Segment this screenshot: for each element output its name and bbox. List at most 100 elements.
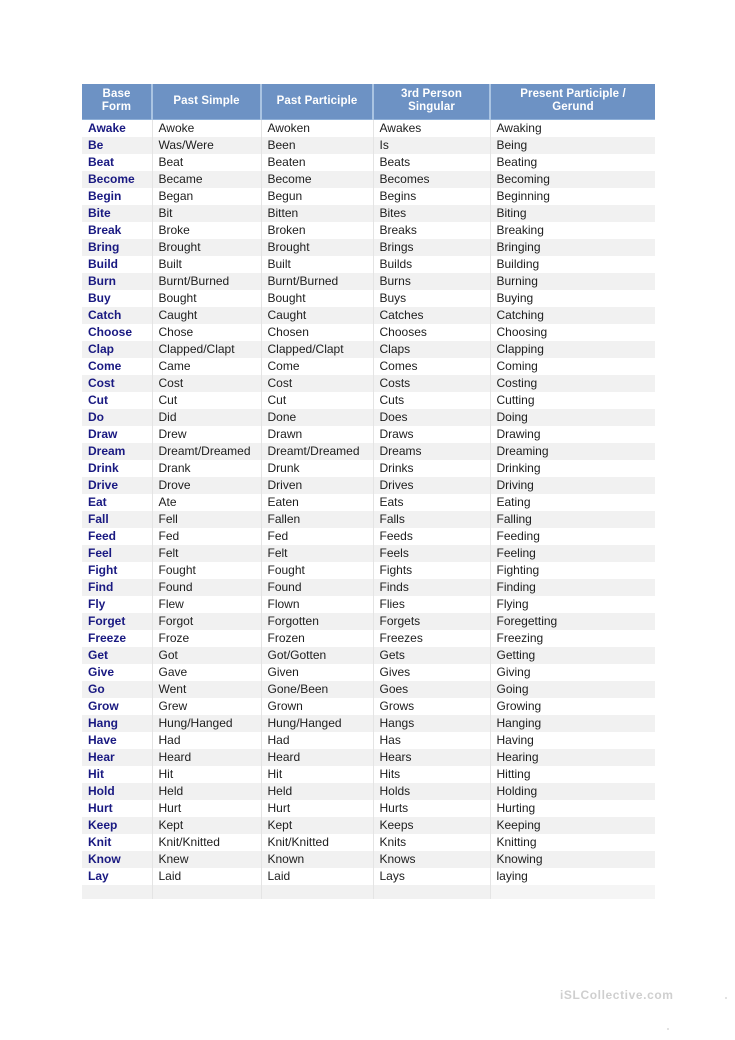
cell-present-participle: Dreaming <box>490 443 655 461</box>
page-mark-dot <box>667 1028 669 1030</box>
cell-base-form: Knit <box>82 834 153 852</box>
cell-base-form: Buy <box>82 290 153 308</box>
cell-past-simple: Bit <box>152 205 262 223</box>
cell-past-participle: Bought <box>261 290 374 308</box>
cell-base-form: Feed <box>82 528 153 546</box>
cell-past-participle: Begun <box>261 188 374 206</box>
cell-past-participle: Drunk <box>261 460 374 478</box>
column-header-past-simple: Past Simple <box>152 84 262 121</box>
table-row: Bite Bit Bitten Bites Biting <box>82 205 655 223</box>
cell-present-participle: laying <box>490 868 655 886</box>
cell-base-form: Hit <box>82 766 153 784</box>
table-row: Fight Fought Fought Fights Fighting <box>82 562 655 580</box>
irregular-verbs-table: Base Form Past Simple Past Participle 3r… <box>82 84 655 900</box>
cell-past-simple: Chose <box>152 324 262 342</box>
cell-past-simple: Froze <box>152 630 262 648</box>
cell-past-participle: Knit/Knitted <box>261 834 374 852</box>
table-row: Choose Chose Chosen Chooses Choosing <box>82 324 655 342</box>
cell-base-form: Lay <box>82 868 153 886</box>
column-header-base-form: Base Form <box>82 84 153 121</box>
cell-third-person-singular: Is <box>373 137 491 155</box>
cell-third-person-singular: Grows <box>373 698 491 716</box>
cell-base-form: Begin <box>82 188 153 206</box>
table-row: Cut Cut Cut Cuts Cutting <box>82 392 655 410</box>
column-header-line: Past Participle <box>276 94 358 107</box>
cell-present-participle: Flying <box>490 596 655 614</box>
cell-third-person-singular: Awakes <box>373 119 491 138</box>
cell-past-simple: Ate <box>152 494 262 512</box>
cell-third-person-singular: Does <box>373 409 491 427</box>
cell-base-form: Fight <box>82 562 153 580</box>
table-row: Get Got Got/Gotten Gets Getting <box>82 647 655 665</box>
cell-base-form: Become <box>82 171 153 189</box>
cell-base-form: Forget <box>82 613 153 631</box>
cell-past-participle: Beaten <box>261 154 374 172</box>
column-header-line: Past Simple <box>173 94 240 107</box>
cell-present-participle: Driving <box>490 477 655 495</box>
cell-third-person-singular: Builds <box>373 256 491 274</box>
table-row: Hang Hung/Hanged Hung/Hanged Hangs Hanging <box>82 715 655 733</box>
cell-past-participle: Hit <box>261 766 374 784</box>
cell-third-person-singular: Chooses <box>373 324 491 342</box>
cell-third-person-singular: Knits <box>373 834 491 852</box>
cell-present-participle: Finding <box>490 579 655 597</box>
cell-base-form: Hang <box>82 715 153 733</box>
cell-present-participle: Bringing <box>490 239 655 257</box>
table-row: Fly Flew Flown Flies Flying <box>82 596 655 614</box>
cell-past-simple: Felt <box>152 545 262 563</box>
cell-third-person-singular: Feels <box>373 545 491 563</box>
cell-past-simple: Brought <box>152 239 262 257</box>
cell-present-participle: Clapping <box>490 341 655 359</box>
cell-third-person-singular: Draws <box>373 426 491 444</box>
cell-past-simple: Held <box>152 783 262 801</box>
table-row: Burn Burnt/Burned Burnt/Burned Burns Burning <box>82 273 655 291</box>
cell-third-person-singular: Catches <box>373 307 491 325</box>
cell-third-person-singular: Falls <box>373 511 491 529</box>
cell-past-simple: Went <box>152 681 262 699</box>
cell-past-participle: Eaten <box>261 494 374 512</box>
cell-base-form: Catch <box>82 307 153 325</box>
cell-third-person-singular: Holds <box>373 783 491 801</box>
table-row: Lay Laid Laid Lays laying <box>82 868 655 886</box>
cell-past-simple: Grew <box>152 698 262 716</box>
cell-present-participle: Awaking <box>490 119 655 138</box>
cell-present-participle <box>490 885 655 900</box>
cell-base-form: Eat <box>82 494 153 512</box>
column-header-line: Gerund <box>552 101 594 114</box>
cell-third-person-singular: Hits <box>373 766 491 784</box>
cell-third-person-singular: Keeps <box>373 817 491 835</box>
cell-base-form: Have <box>82 732 153 750</box>
worksheet-page: Base Form Past Simple Past Participle 3r… <box>0 0 735 1040</box>
cell-base-form: Choose <box>82 324 153 342</box>
cell-base-form: Drive <box>82 477 153 495</box>
table-row: Eat Ate Eaten Eats Eating <box>82 494 655 512</box>
table-row: Dream Dreamt/Dreamed Dreamt/Dreamed Dreams D… <box>82 443 655 461</box>
cell-past-simple: Found <box>152 579 262 597</box>
cell-base-form: Come <box>82 358 153 376</box>
table-row: Feed Fed Fed Feeds Feeding <box>82 528 655 546</box>
table-row: Cost Cost Cost Costs Costing <box>82 375 655 393</box>
cell-past-simple: Got <box>152 647 262 665</box>
cell-present-participle: Foregetting <box>490 613 655 631</box>
cell-third-person-singular: Buys <box>373 290 491 308</box>
cell-past-participle: Kept <box>261 817 374 835</box>
cell-present-participle: Having <box>490 732 655 750</box>
cell-past-participle: Had <box>261 732 374 750</box>
cell-past-simple: Began <box>152 188 262 206</box>
cell-base-form: Give <box>82 664 153 682</box>
table-row: Come Came Come Comes Coming <box>82 358 655 376</box>
cell-past-simple: Burnt/Burned <box>152 273 262 291</box>
cell-past-participle: Burnt/Burned <box>261 273 374 291</box>
cell-past-simple: Fought <box>152 562 262 580</box>
cell-past-simple: Hurt <box>152 800 262 818</box>
table-row: Beat Beat Beaten Beats Beating <box>82 154 655 172</box>
table-row: Knit Knit/Knitted Knit/Knitted Knits Knittin… <box>82 834 655 852</box>
table-row: Hold Held Held Holds Holding <box>82 783 655 801</box>
cell-third-person-singular: Hears <box>373 749 491 767</box>
column-header-line: Singular <box>408 101 455 114</box>
cell-past-simple: Kept <box>152 817 262 835</box>
cell-base-form: Fly <box>82 596 153 614</box>
table-header-row: Base Form Past Simple Past Participle 3r… <box>82 84 655 121</box>
cell-present-participle: Knowing <box>490 851 655 869</box>
cell-present-participle: Growing <box>490 698 655 716</box>
